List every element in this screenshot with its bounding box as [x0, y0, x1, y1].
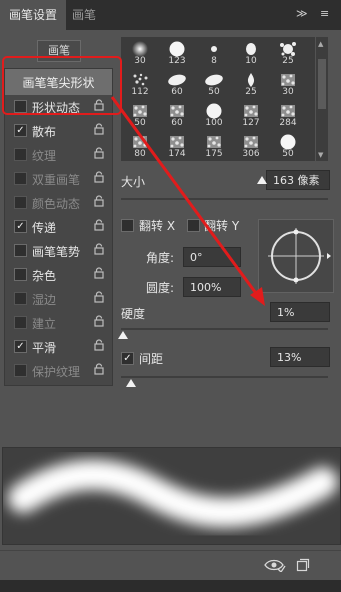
annotation-arrow	[110, 96, 265, 306]
